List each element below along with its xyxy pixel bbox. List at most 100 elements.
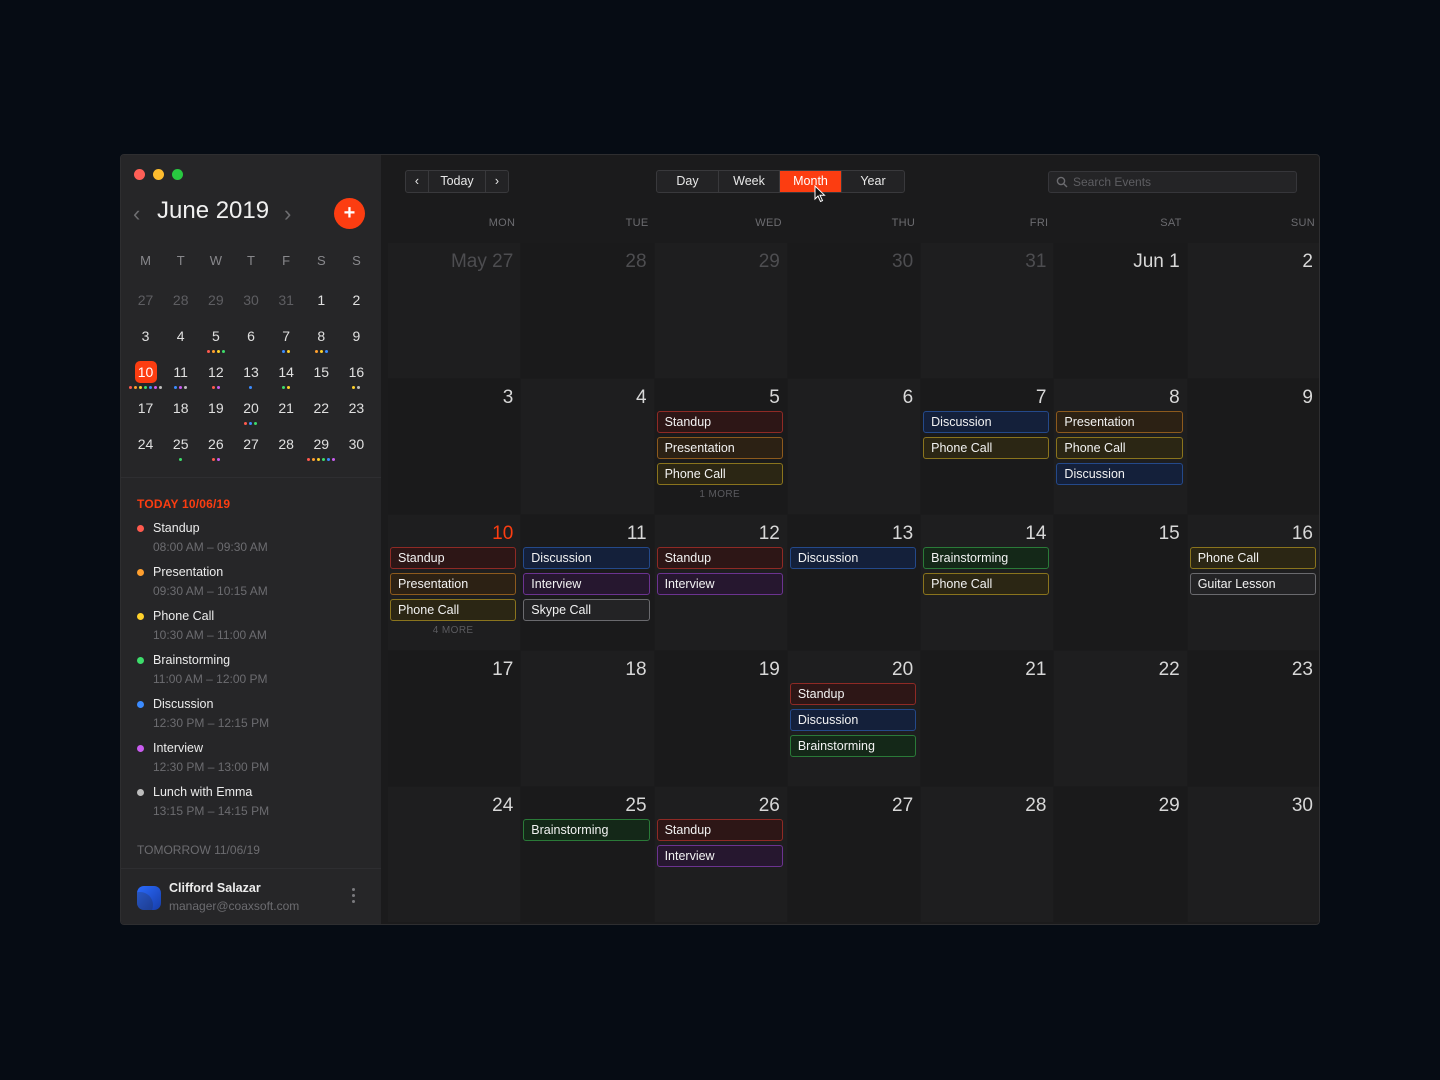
- event-chip[interactable]: Brainstorming: [923, 547, 1050, 569]
- mini-day-today[interactable]: 10: [128, 361, 163, 397]
- event-chip[interactable]: Presentation: [390, 573, 517, 595]
- day-cell[interactable]: 18: [521, 651, 655, 787]
- event-chip[interactable]: Standup: [656, 819, 783, 841]
- mini-day[interactable]: 23: [339, 397, 374, 433]
- view-week-button[interactable]: Week: [719, 171, 780, 192]
- day-cell[interactable]: 26 Standup Interview: [654, 787, 788, 923]
- mini-day[interactable]: 19: [198, 397, 233, 433]
- day-cell[interactable]: 16 Phone Call Guitar Lesson: [1187, 515, 1319, 651]
- mini-day[interactable]: 27: [128, 289, 163, 325]
- day-cell[interactable]: 28: [521, 243, 655, 379]
- chevron-left-icon[interactable]: ‹: [133, 201, 140, 227]
- day-cell[interactable]: 25 Brainstorming: [521, 787, 655, 923]
- event-chip[interactable]: Standup: [656, 411, 783, 433]
- mini-day[interactable]: 22: [304, 397, 339, 433]
- minimize-window-button[interactable]: [153, 169, 164, 180]
- day-cell[interactable]: 9: [1187, 379, 1319, 515]
- mini-day[interactable]: 25: [163, 433, 198, 469]
- view-day-button[interactable]: Day: [657, 171, 719, 192]
- mini-day[interactable]: 20: [233, 397, 268, 433]
- mini-day[interactable]: 16: [339, 361, 374, 397]
- maximize-window-button[interactable]: [172, 169, 183, 180]
- day-cell[interactable]: 13 Discussion: [787, 515, 922, 651]
- event-chip[interactable]: Discussion: [789, 547, 917, 569]
- next-period-button[interactable]: ›: [486, 171, 508, 192]
- chevron-right-icon[interactable]: ›: [284, 201, 291, 227]
- user-profile[interactable]: Clifford Salazar manager@coaxsoft.com: [121, 868, 381, 924]
- prev-period-button[interactable]: ‹: [406, 171, 428, 192]
- event-chip[interactable]: Phone Call: [1056, 437, 1183, 459]
- add-event-button[interactable]: +: [334, 198, 365, 229]
- event-chip[interactable]: Standup: [656, 547, 783, 569]
- event-chip[interactable]: Interview: [656, 845, 783, 867]
- mini-day[interactable]: 2: [339, 289, 374, 325]
- view-year-button[interactable]: Year: [842, 171, 904, 192]
- event-chip[interactable]: Standup: [789, 683, 917, 705]
- mini-day[interactable]: 12: [198, 361, 233, 397]
- mini-day[interactable]: 26: [198, 433, 233, 469]
- mini-day[interactable]: 11: [163, 361, 198, 397]
- mini-day[interactable]: 9: [339, 325, 374, 361]
- event-chip[interactable]: Presentation: [1056, 411, 1183, 433]
- mini-day[interactable]: 4: [163, 325, 198, 361]
- mini-day[interactable]: 8: [304, 325, 339, 361]
- day-cell[interactable]: 4: [521, 379, 655, 515]
- event-chip[interactable]: Standup: [390, 547, 517, 569]
- day-cell[interactable]: 19: [654, 651, 788, 787]
- day-cell[interactable]: May 27: [388, 243, 522, 379]
- day-cell[interactable]: 8 Presentation Phone Call Discussion: [1054, 379, 1188, 515]
- event-chip[interactable]: Interview: [656, 573, 783, 595]
- day-cell[interactable]: 22: [1054, 651, 1188, 787]
- event-chip[interactable]: Discussion: [923, 411, 1050, 433]
- day-cell[interactable]: 15: [1054, 515, 1188, 651]
- mini-day[interactable]: 17: [128, 397, 163, 433]
- day-cell[interactable]: 10 Standup Presentation Phone Call 4 MORE: [388, 515, 522, 651]
- mini-day[interactable]: 28: [269, 433, 304, 469]
- mini-day[interactable]: 24: [128, 433, 163, 469]
- mini-day[interactable]: 1: [304, 289, 339, 325]
- mini-day[interactable]: 14: [269, 361, 304, 397]
- event-chip[interactable]: Discussion: [789, 709, 917, 731]
- agenda-item[interactable]: Interview 12:30 PM – 13:00 PM: [137, 741, 367, 775]
- mini-day[interactable]: 18: [163, 397, 198, 433]
- day-cell[interactable]: 12 Standup Interview: [654, 515, 788, 651]
- mini-day[interactable]: 30: [339, 433, 374, 469]
- day-cell[interactable]: 28: [921, 787, 1055, 923]
- day-cell[interactable]: 3: [388, 379, 522, 515]
- mini-day[interactable]: 7: [269, 325, 304, 361]
- mini-day[interactable]: 15: [304, 361, 339, 397]
- more-vertical-icon[interactable]: [352, 888, 356, 906]
- day-cell[interactable]: 20 Standup Discussion Brainstorming: [787, 651, 922, 787]
- event-chip[interactable]: Interview: [523, 573, 650, 595]
- close-window-button[interactable]: [134, 169, 145, 180]
- mini-day[interactable]: 29: [304, 433, 339, 469]
- mini-day[interactable]: 29: [198, 289, 233, 325]
- event-chip[interactable]: Brainstorming: [523, 819, 650, 841]
- event-chip[interactable]: Discussion: [1056, 463, 1183, 485]
- day-cell[interactable]: 21: [921, 651, 1055, 787]
- agenda-item[interactable]: Lunch with Emma 13:15 PM – 14:15 PM: [137, 785, 367, 819]
- day-cell[interactable]: 24: [388, 787, 522, 923]
- event-chip[interactable]: Phone Call: [1189, 547, 1316, 569]
- day-cell[interactable]: 6: [787, 379, 922, 515]
- agenda-item[interactable]: Phone Call 10:30 AM – 11:00 AM: [137, 609, 367, 643]
- event-chip[interactable]: Phone Call: [656, 463, 783, 485]
- event-chip[interactable]: Presentation: [656, 437, 783, 459]
- agenda-item[interactable]: Standup 08:00 AM – 09:30 AM: [137, 521, 367, 555]
- day-cell[interactable]: 14 Brainstorming Phone Call: [921, 515, 1055, 651]
- agenda-item[interactable]: Discussion 12:30 PM – 12:15 PM: [137, 697, 367, 731]
- more-events-link[interactable]: 1 MORE: [657, 489, 783, 500]
- search-input[interactable]: [1073, 172, 1293, 192]
- agenda-item[interactable]: Presentation 09:30 AM – 10:15 AM: [137, 565, 367, 599]
- mini-day[interactable]: 3: [128, 325, 163, 361]
- event-chip[interactable]: Phone Call: [923, 573, 1050, 595]
- day-cell[interactable]: 29: [1054, 787, 1188, 923]
- day-cell[interactable]: 11 Discussion Interview Skype Call: [521, 515, 655, 651]
- event-chip[interactable]: Discussion: [523, 547, 650, 569]
- day-cell[interactable]: 5 Standup Presentation Phone Call 1 MORE: [654, 379, 788, 515]
- more-events-link[interactable]: 4 MORE: [390, 625, 516, 636]
- event-chip[interactable]: Phone Call: [390, 599, 517, 621]
- day-cell[interactable]: 27: [787, 787, 922, 923]
- mini-day[interactable]: 6: [233, 325, 268, 361]
- mini-day[interactable]: 21: [269, 397, 304, 433]
